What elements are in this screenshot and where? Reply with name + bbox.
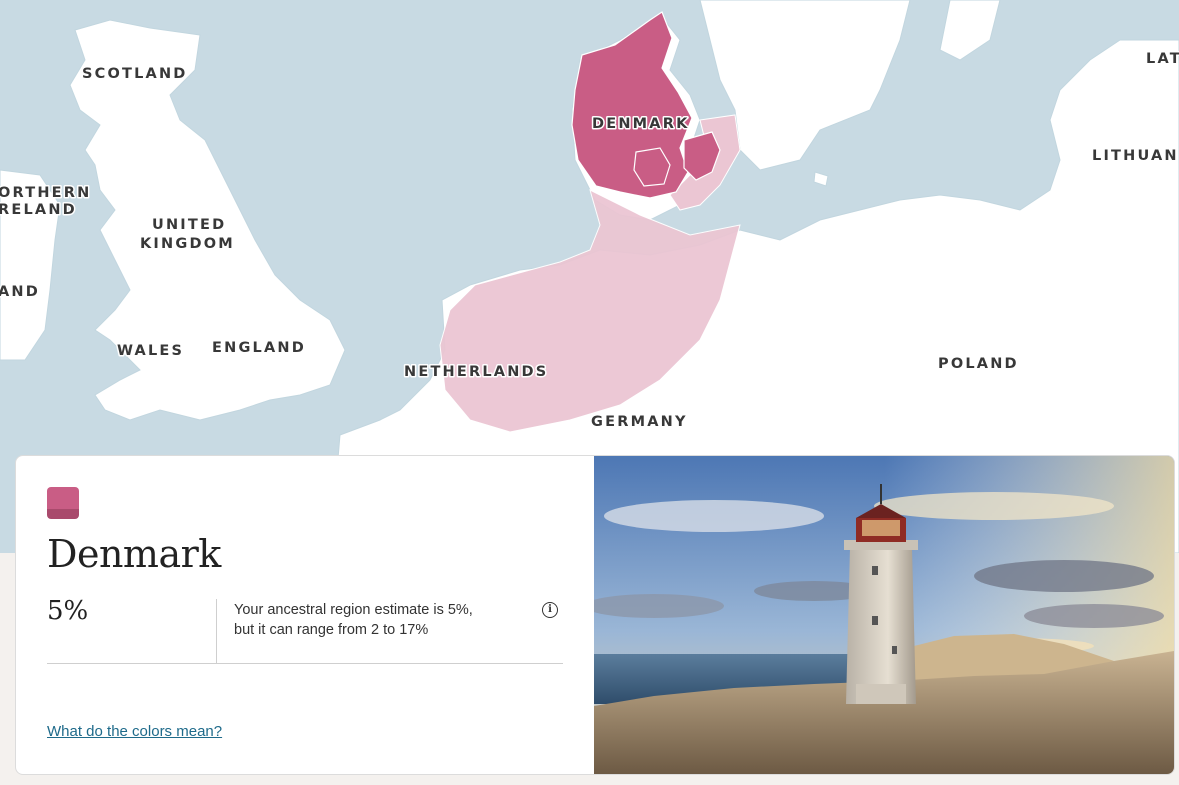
info-icon[interactable]: i bbox=[542, 602, 558, 618]
region-photo bbox=[584, 456, 1174, 774]
estimate-line-1: Your ancestral region estimate is 5%, bbox=[234, 602, 473, 618]
label-latvia: LAT bbox=[1146, 51, 1179, 67]
colors-meaning-link[interactable]: What do the colors mean? bbox=[47, 723, 222, 740]
vertical-divider bbox=[216, 599, 217, 663]
label-england: ENGLAND bbox=[212, 340, 306, 356]
estimate-text: Your ancestral region estimate is 5%, bu… bbox=[234, 600, 524, 640]
region-color-swatch bbox=[47, 487, 79, 519]
label-uk-2: KINGDOM bbox=[140, 236, 235, 252]
label-wales: WALES bbox=[117, 343, 184, 359]
label-uk-1: UNITED bbox=[152, 217, 226, 233]
swatch-bottom bbox=[47, 509, 79, 519]
label-northern-ireland-2: RELAND bbox=[0, 202, 77, 218]
label-ireland: AND bbox=[0, 284, 40, 300]
label-germany: GERMANY bbox=[591, 414, 688, 430]
label-lithuania: LITHUAN bbox=[1092, 148, 1179, 164]
label-scotland: SCOTLAND bbox=[82, 66, 188, 82]
estimate-line-2: but it can range from 2 to 17% bbox=[234, 622, 429, 638]
horizontal-divider bbox=[47, 663, 563, 664]
region-percentage: 5% bbox=[47, 596, 89, 626]
label-denmark: DENMARK bbox=[592, 116, 690, 132]
swatch-top bbox=[47, 487, 79, 509]
region-title: Denmark bbox=[47, 532, 221, 576]
label-northern-ireland-1: ORTHERN bbox=[0, 185, 91, 201]
label-poland: POLAND bbox=[938, 356, 1019, 372]
region-info-card: Denmark 5% Your ancestral region estimat… bbox=[15, 455, 1175, 775]
label-netherlands: NETHERLANDS bbox=[404, 364, 548, 380]
